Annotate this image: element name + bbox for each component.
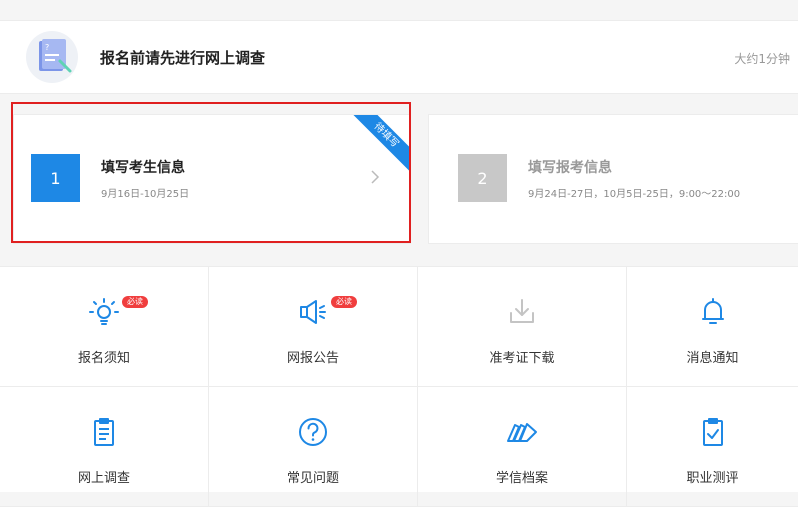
step-dates: 9月16日-10月25日 [101,189,190,200]
step-title: 填写考生信息 [101,160,185,176]
step-number-badge: 1 [31,154,80,202]
required-badge: 必读 [331,296,357,308]
step-card-fill-candidate-info[interactable]: 1 填写考生信息 9月16日-10月25日 待填写 [13,114,411,244]
bell-icon [701,298,724,324]
grid-item-student-records[interactable]: 学信档案 [418,387,627,507]
step-dates: 9月24日-27日，10月5日-25日，9:00～22:00 [528,189,741,200]
survey-banner[interactable]: ? 报名前请先进行网上调查 大约1分钟 [0,20,798,94]
books-icon [507,423,537,442]
grid-item-label: 网上调查 [77,471,130,486]
grid-item-registration-notice[interactable]: 必读 报名须知 [0,267,209,387]
grid-item-career-assessment[interactable]: 职业测评 [627,387,798,507]
grid-item-faq[interactable]: 常见问题 [209,387,418,507]
grid-item-online-survey[interactable]: 网上调查 [0,387,209,507]
grid-item-label: 网报公告 [286,351,339,366]
svg-text:?: ? [45,43,49,52]
step-title: 填写报考信息 [528,160,612,176]
clipboard-icon [94,418,114,446]
required-badge: 必读 [122,296,148,308]
grid-item-label: 准考证下载 [489,351,555,366]
grid-item-label: 职业测评 [686,471,739,486]
survey-title: 报名前请先进行网上调查 [100,49,266,67]
step-number-badge: 2 [458,154,507,202]
feature-grid: 必读 报名须知 必读 网报公告 准考证下载 消息通知 网上调查 常见问题 学信档… [0,266,798,507]
grid-item-announcement[interactable]: 必读 网报公告 [209,267,418,387]
step-card-fill-application-info[interactable]: 2 填写报考信息 9月24日-27日，10月5日-25日，9:00～22:00 [428,114,798,244]
survey-illustration-icon: ? [26,31,78,83]
clipboard-check-icon [702,418,723,446]
megaphone-icon [300,300,326,324]
grid-item-label: 常见问题 [286,471,339,486]
grid-item-label: 学信档案 [495,471,548,486]
download-icon [510,299,534,323]
grid-item-label: 消息通知 [686,351,739,366]
grid-item-admission-ticket-download[interactable]: 准考证下载 [418,267,627,387]
lightbulb-icon [89,298,119,325]
survey-duration: 大约1分钟 [734,52,790,66]
question-icon [299,418,327,446]
grid-item-notifications[interactable]: 消息通知 [627,267,798,387]
chevron-right-icon [371,170,380,184]
grid-item-label: 报名须知 [77,351,130,366]
